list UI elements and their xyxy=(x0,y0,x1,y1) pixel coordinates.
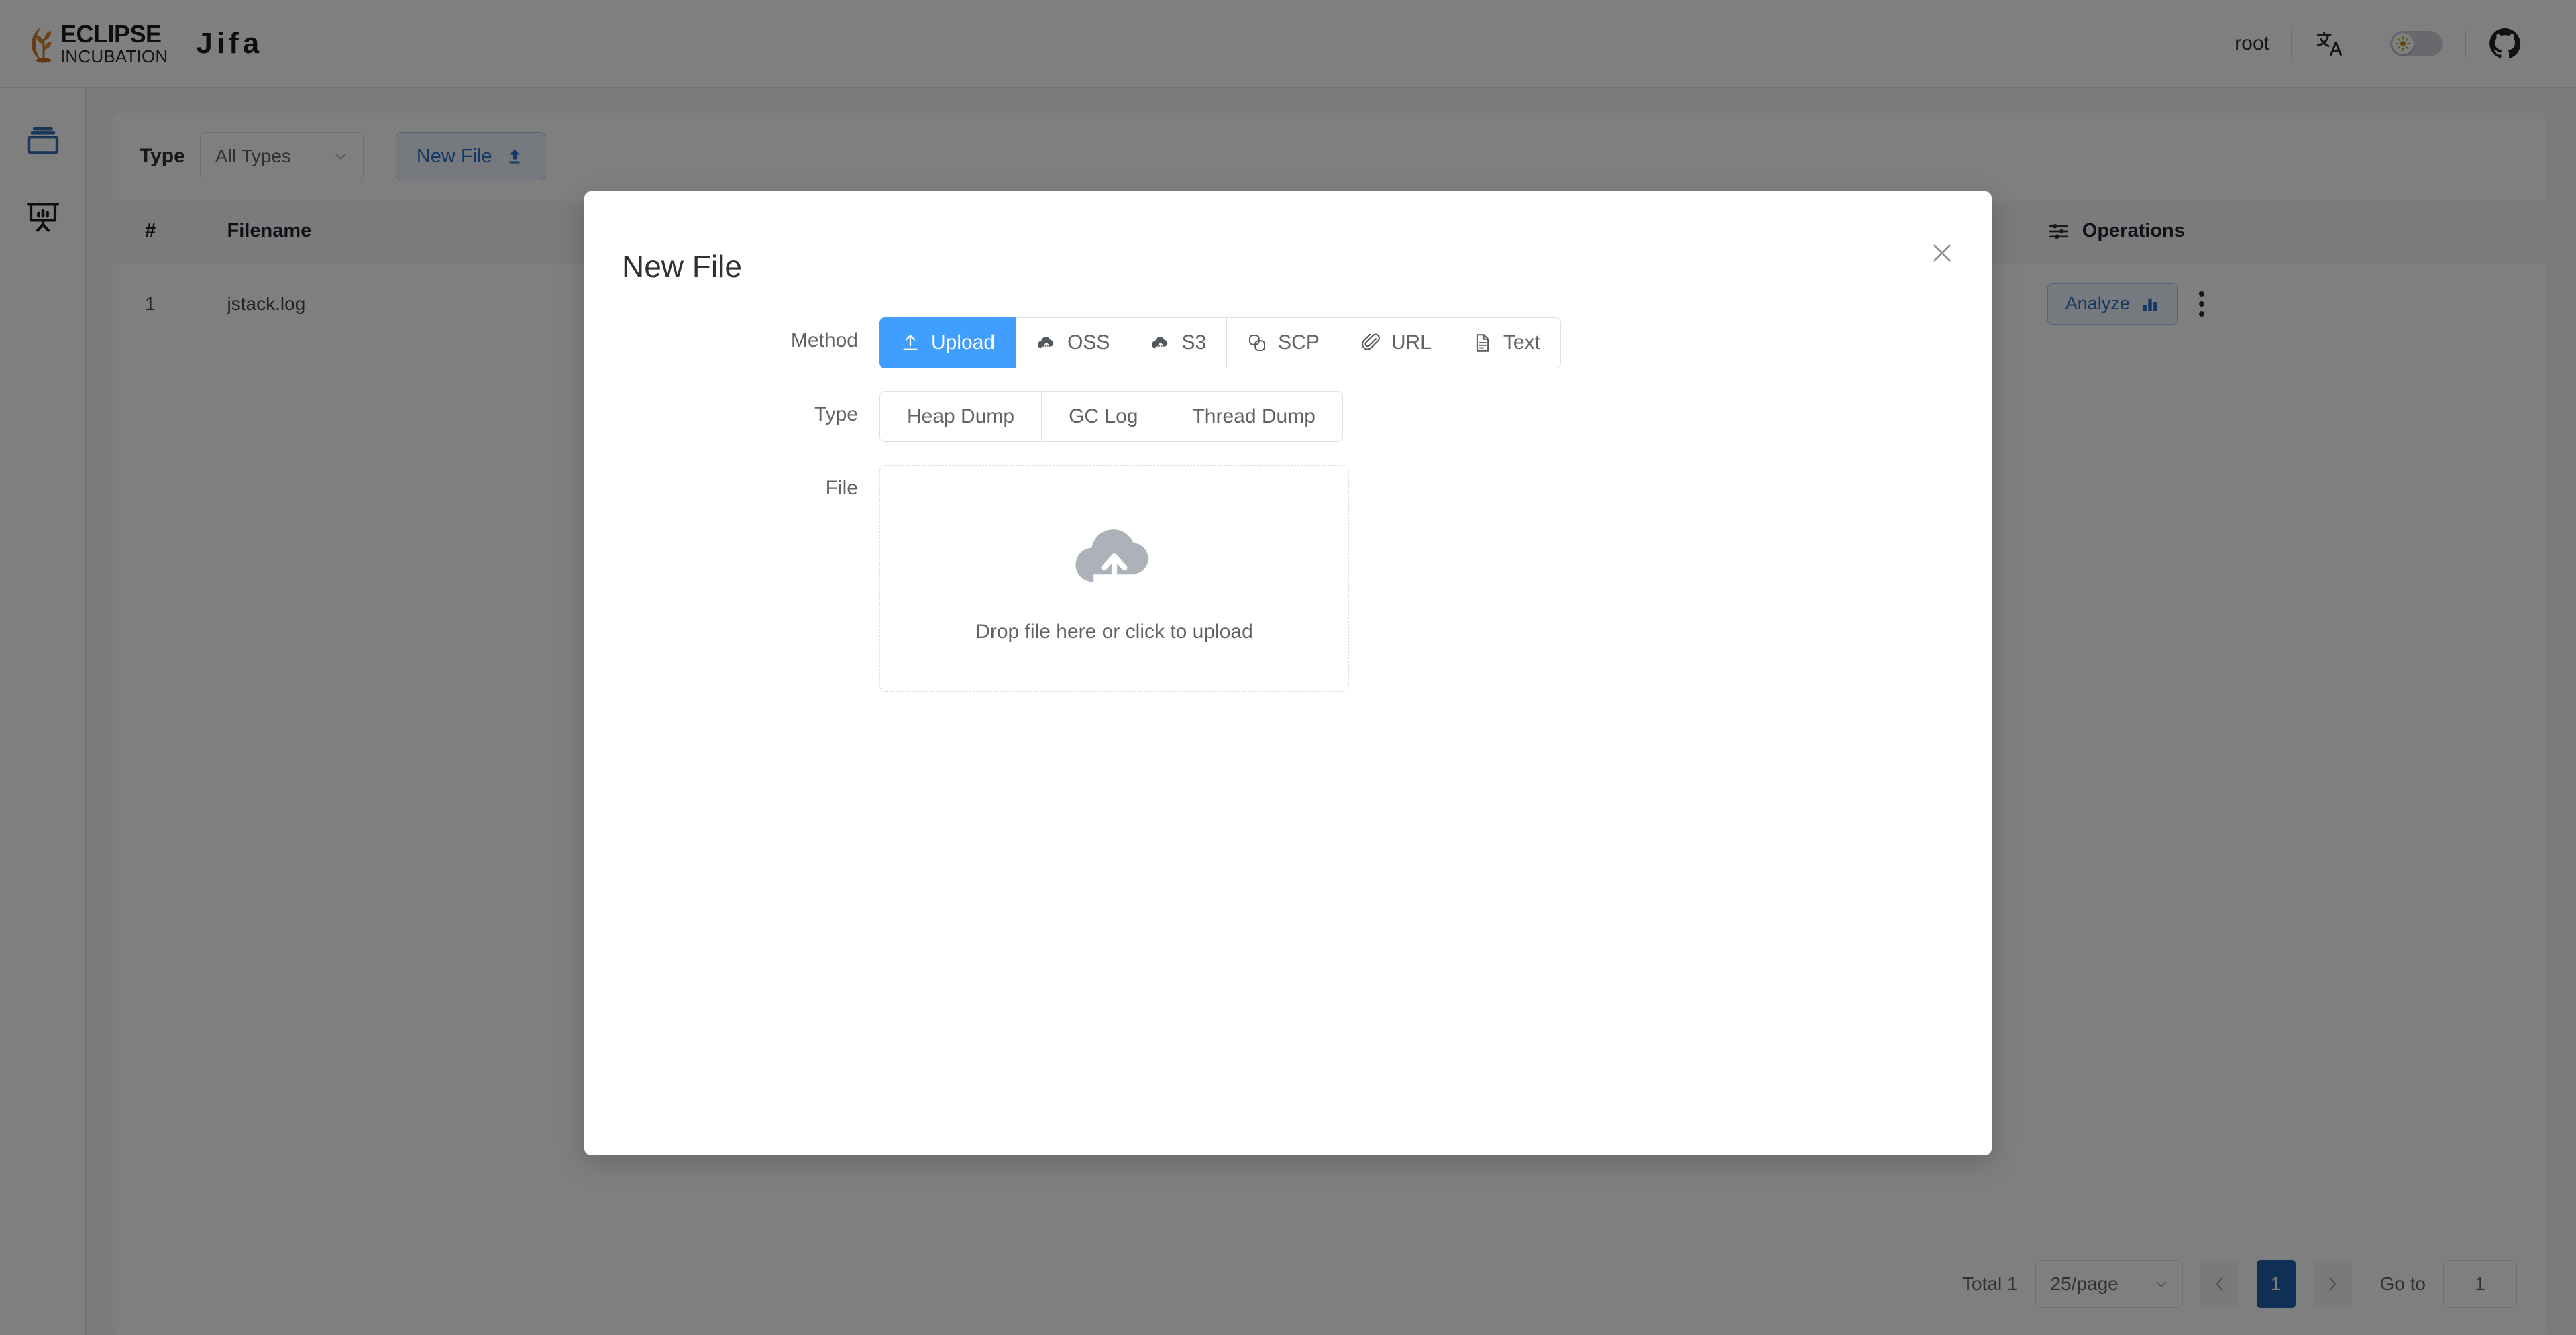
method-option-oss-label: OSS xyxy=(1067,331,1110,354)
file-dropzone-hint: Drop file here or click to upload xyxy=(975,621,1253,643)
type-option-thread-dump-label: Thread Dump xyxy=(1192,405,1316,427)
cloud-upload-icon xyxy=(1075,529,1148,588)
new-file-dialog: New File Method Upload OSS S3 SCP URL Te… xyxy=(584,191,1992,1155)
method-option-url[interactable]: URL xyxy=(1340,317,1452,368)
file-dropzone[interactable]: Drop file here or click to upload xyxy=(879,465,1349,692)
cloud-upload-icon xyxy=(1038,337,1054,350)
file-label: File xyxy=(825,477,858,499)
file-row: File Drop file here or click to upload xyxy=(584,465,1992,692)
link-chain-icon xyxy=(1249,335,1266,352)
method-label: Method xyxy=(790,329,858,352)
method-option-text[interactable]: Text xyxy=(1452,317,1561,368)
dialog-title: New File xyxy=(622,249,742,284)
type-option-gc-log[interactable]: GC Log xyxy=(1042,391,1166,442)
paperclip-icon xyxy=(1361,333,1380,350)
method-option-group: Upload OSS S3 SCP URL Text xyxy=(879,317,1561,368)
close-icon xyxy=(1933,244,1951,262)
type-option-group: Heap Dump GC Log Thread Dump xyxy=(879,391,1343,442)
upload-icon xyxy=(903,335,918,350)
type-option-thread-dump[interactable]: Thread Dump xyxy=(1165,391,1343,442)
cloud-upload-icon xyxy=(1152,337,1168,350)
type-row: Type Heap Dump GC Log Thread Dump xyxy=(584,391,1992,442)
method-option-oss[interactable]: OSS xyxy=(1016,317,1131,368)
type-label: Type xyxy=(814,403,858,425)
method-option-upload[interactable]: Upload xyxy=(879,317,1016,368)
type-option-heap-dump-label: Heap Dump xyxy=(907,405,1015,427)
method-option-url-label: URL xyxy=(1391,331,1432,354)
method-row: Method Upload OSS S3 SCP URL Text xyxy=(584,317,1992,368)
method-option-scp-label: SCP xyxy=(1278,331,1320,354)
method-option-s3[interactable]: S3 xyxy=(1130,317,1228,368)
dialog-close-button[interactable] xyxy=(1921,231,1964,274)
method-option-s3-label: S3 xyxy=(1181,331,1207,354)
method-option-text-label: Text xyxy=(1503,331,1540,354)
document-icon xyxy=(1476,334,1489,352)
dialog-body: Method Upload OSS S3 SCP URL Text Type H… xyxy=(584,317,1992,714)
method-option-scp[interactable]: SCP xyxy=(1227,317,1340,368)
type-option-gc-log-label: GC Log xyxy=(1069,405,1138,427)
type-option-heap-dump[interactable]: Heap Dump xyxy=(879,391,1042,442)
method-option-upload-label: Upload xyxy=(931,331,996,354)
